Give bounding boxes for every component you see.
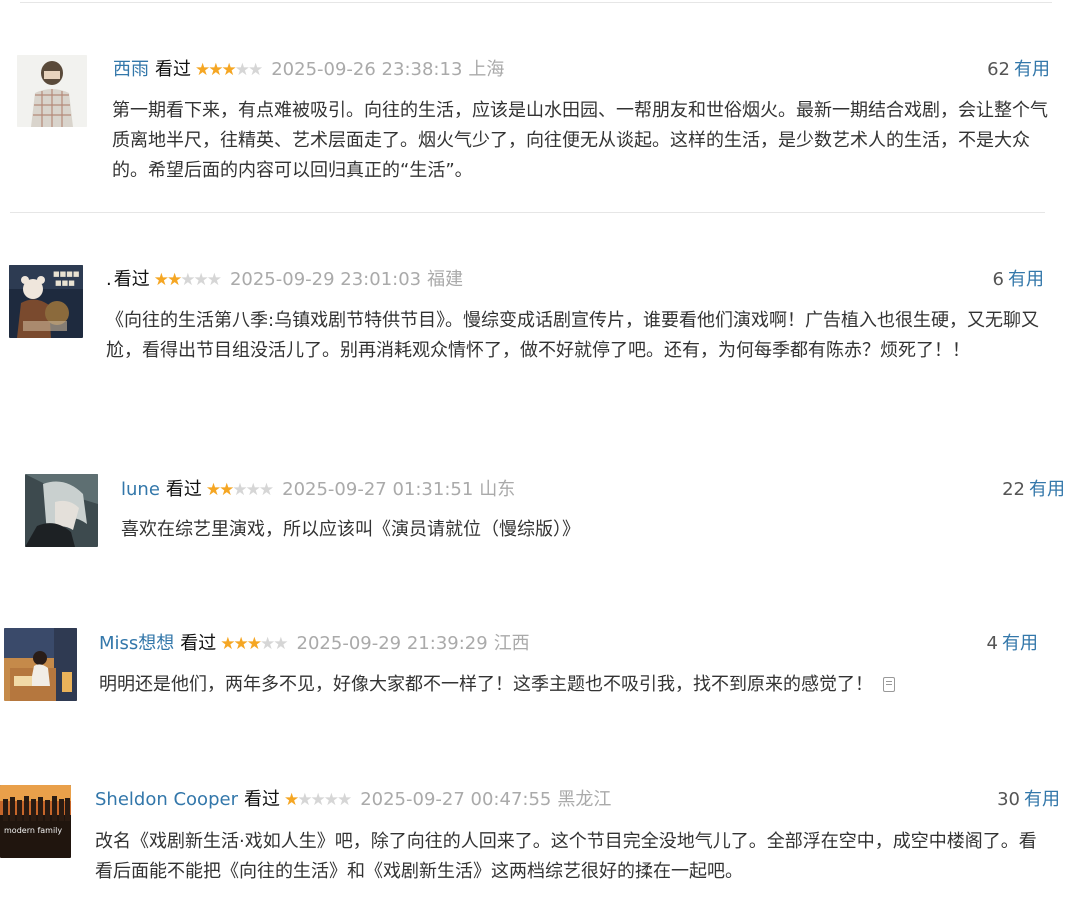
user-avatar[interactable]: ■■■■ ■■■ xyxy=(9,265,83,338)
comment-text: 改名《戏剧新生活·戏如人生》吧，除了向往的人回来了。这个节目完全没地气儿了。全部… xyxy=(95,831,1037,882)
copy-icon[interactable] xyxy=(883,677,895,692)
comment-time: 2025-09-29 23:01:03 xyxy=(229,269,422,290)
rating-stars: ★★★★★ xyxy=(220,634,288,654)
watch-status: 看过 xyxy=(113,269,150,290)
useful-button[interactable]: 有用 xyxy=(1002,633,1038,654)
comment-text: 《向往的生活第八季:乌镇戏剧节特供节目》。慢综变成话剧宣传片，谁要看他们演戏啊！… xyxy=(106,310,1040,361)
watch-status: 看过 xyxy=(165,479,202,500)
comment-time: 2025-09-29 21:39:29 xyxy=(296,633,488,654)
useful-vote[interactable]: 22 有用 xyxy=(1002,478,1065,502)
comment-text-row: 明明还是他们，两年多不见，好像大家都不一样了！这季主题也不吸引我，找不到原来的感… xyxy=(99,670,1049,700)
useful-vote[interactable]: 6 有用 xyxy=(993,268,1044,292)
svg-text:■■■■: ■■■■ xyxy=(53,270,79,278)
username-link[interactable]: Sheldon Cooper xyxy=(95,789,238,810)
useful-button[interactable]: 有用 xyxy=(1029,479,1065,500)
watch-status: 看过 xyxy=(155,59,191,80)
vote-count: 30 xyxy=(997,789,1020,810)
useful-vote[interactable]: 4 有用 xyxy=(987,632,1038,656)
svg-text:■■■: ■■■ xyxy=(55,279,75,287)
top-divider xyxy=(20,2,1052,3)
avatar-image xyxy=(17,55,87,127)
comment-meta: . 看过 ★★★★★ 2025-09-29 23:01:03 福建 xyxy=(106,268,463,292)
comment-location: 福建 xyxy=(427,269,464,290)
user-avatar[interactable]: modern family xyxy=(0,785,71,858)
user-avatar[interactable] xyxy=(17,55,87,127)
comment-meta: Sheldon Cooper 看过 ★★★★★ 2025-09-27 00:47:55… xyxy=(95,788,611,812)
comment-text: 明明还是他们，两年多不见，好像大家都不一样了！这季主题也不吸引我，找不到原来的感… xyxy=(99,674,873,695)
comment-text: 第一期看下来，有点难被吸引。向往的生活，应该是山水田园、一帮朋友和世俗烟火。最新… xyxy=(112,100,1048,181)
useful-button[interactable]: 有用 xyxy=(1008,269,1044,290)
comment-meta: Miss想想 看过 ★★★★★ 2025-09-29 21:39:29 江西 xyxy=(99,632,530,656)
rating-stars: ★★★★★ xyxy=(205,480,274,500)
comment-meta: lune 看过 ★★★★★ 2025-09-27 01:31:51 山东 xyxy=(121,478,515,502)
username-link[interactable]: Miss想想 xyxy=(99,633,174,654)
comment-location: 山东 xyxy=(479,479,516,500)
user-avatar[interactable] xyxy=(25,474,98,547)
comment-meta: 西雨 看过 ★★★★★ 2025-09-26 23:38:13 上海 xyxy=(113,58,504,82)
user-avatar[interactable] xyxy=(4,628,77,701)
useful-vote[interactable]: 30 有用 xyxy=(997,788,1060,812)
avatar-image xyxy=(4,628,77,701)
watch-status: 看过 xyxy=(243,789,280,810)
avatar-image: ■■■■ ■■■ xyxy=(9,265,83,338)
comment-location: 上海 xyxy=(468,59,505,80)
avatar-caption: modern family xyxy=(4,826,62,835)
vote-count: 62 xyxy=(987,59,1010,80)
comment-time: 2025-09-27 00:47:55 xyxy=(360,789,552,810)
comment-divider xyxy=(10,212,1045,213)
rating-stars: ★★★★★ xyxy=(153,270,222,290)
comment-text: 喜欢在综艺里演戏，所以应该叫《演员请就位（慢综版）》 xyxy=(121,519,580,540)
comment-location: 黑龙江 xyxy=(557,789,612,810)
comment-location: 江西 xyxy=(493,633,530,654)
username-link[interactable]: 西雨 xyxy=(113,59,149,80)
useful-vote[interactable]: 62 有用 xyxy=(987,58,1050,82)
watch-status: 看过 xyxy=(180,633,217,654)
useful-button[interactable]: 有用 xyxy=(1014,59,1050,80)
vote-count: 4 xyxy=(986,633,998,654)
avatar-image: modern family xyxy=(0,785,71,858)
username-link[interactable]: lune xyxy=(121,479,160,500)
useful-button[interactable]: 有用 xyxy=(1024,789,1060,810)
vote-count: 6 xyxy=(992,269,1004,290)
avatar-image xyxy=(25,474,98,547)
comment-time: 2025-09-27 01:31:51 xyxy=(282,479,474,500)
username-link[interactable]: . xyxy=(106,269,112,290)
rating-stars: ★★★★★ xyxy=(283,790,352,810)
rating-stars: ★★★★★ xyxy=(195,60,263,80)
comment-time: 2025-09-26 23:38:13 xyxy=(271,59,463,80)
vote-count: 22 xyxy=(1002,479,1025,500)
